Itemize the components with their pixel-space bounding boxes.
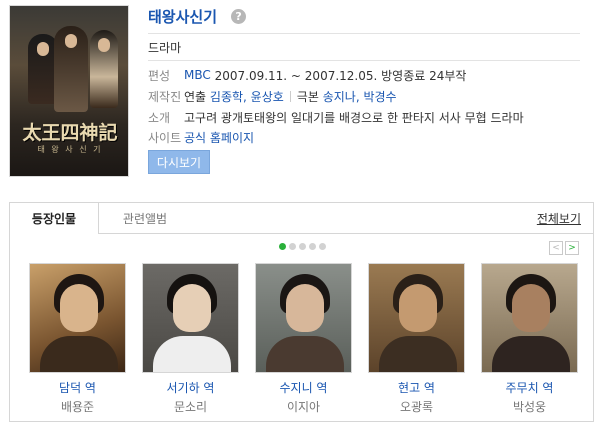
page-indicator <box>279 243 326 250</box>
row-label: 제작진 <box>148 89 182 104</box>
writers-link[interactable]: 송지나, 박경수 <box>323 88 397 105</box>
help-icon[interactable]: ? <box>231 8 247 24</box>
page-dot[interactable] <box>299 243 306 250</box>
divider <box>148 60 580 61</box>
broadcast-period: 2007.09.11. ~ 2007.12.05. 방영종료 24부작 <box>214 68 467 83</box>
cast-card[interactable]: 수지니 역 이지아 <box>255 263 352 415</box>
photo-face <box>286 284 324 332</box>
cast-card[interactable]: 담덕 역 배용준 <box>29 263 126 415</box>
cast-panel: 등장인물 관련앨범 전체보기 < > 담덕 역 배용준 서기하 역 문소리 수지… <box>9 202 594 422</box>
tab-characters[interactable]: 등장인물 <box>10 203 99 234</box>
photo-body <box>492 336 570 372</box>
photo-face <box>173 284 211 332</box>
tab-related-albums[interactable]: 관련앨범 <box>110 203 180 233</box>
replay-button[interactable]: 다시보기 <box>148 150 210 174</box>
drama-title[interactable]: 태왕사신기 <box>148 6 217 27</box>
cast-role[interactable]: 서기하 역 <box>167 381 215 395</box>
cast-actor: 박성웅 <box>512 400 547 414</box>
page-dot[interactable] <box>279 243 286 250</box>
directing-label: 연출 <box>184 89 207 104</box>
carousel-arrows: < > <box>549 241 579 255</box>
cast-photo[interactable] <box>481 263 578 373</box>
cast-actor: 이지아 <box>286 400 321 414</box>
cast-photo[interactable] <box>29 263 126 373</box>
photo-body <box>266 336 344 372</box>
cast-role[interactable]: 주무치 역 <box>506 381 554 395</box>
cast-role[interactable]: 수지니 역 <box>280 381 328 395</box>
channel-link[interactable]: MBC <box>184 68 211 82</box>
cast-photo[interactable] <box>255 263 352 373</box>
info-row-site: 사이트 공식 홈페이지 <box>148 128 254 146</box>
cast-card[interactable]: 현고 역 오광록 <box>368 263 465 415</box>
cast-photo[interactable] <box>142 263 239 373</box>
photo-face <box>60 284 98 332</box>
photo-body <box>153 336 231 372</box>
directors-link[interactable]: 김종학, 윤상호 <box>210 88 284 105</box>
official-site-link[interactable]: 공식 홈페이지 <box>184 129 254 146</box>
poster-face <box>65 34 77 48</box>
cast-card[interactable]: 주무치 역 박성웅 <box>481 263 578 415</box>
cast-card[interactable]: 서기하 역 문소리 <box>142 263 239 415</box>
view-all-link[interactable]: 전체보기 <box>537 210 581 227</box>
poster-face <box>98 38 110 52</box>
divider <box>148 33 580 34</box>
info-row-intro: 소개 고구려 광개토태왕의 일대기를 배경으로 한 판타지 서사 무협 드라마 <box>148 108 524 126</box>
intro-text: 고구려 광개토태왕의 일대기를 배경으로 한 판타지 서사 무협 드라마 <box>184 110 524 125</box>
photo-body <box>40 336 118 372</box>
row-label: 소개 <box>148 110 171 125</box>
title-row: 태왕사신기 ? <box>148 5 247 27</box>
separator <box>289 90 291 102</box>
row-label: 편성 <box>148 68 171 83</box>
cast-actor: 문소리 <box>173 400 208 414</box>
page-dot[interactable] <box>309 243 316 250</box>
poster-sub-title: 태 왕 사 신 기 <box>37 145 103 154</box>
photo-face <box>399 284 437 332</box>
cast-actor: 오광록 <box>399 400 434 414</box>
photo-face <box>512 284 550 332</box>
cast-role[interactable]: 담덕 역 <box>59 381 96 395</box>
info-row-broadcast: 편성 MBC 2007.09.11. ~ 2007.12.05. 방영종료 24… <box>148 66 466 84</box>
writing-label: 극본 <box>296 89 319 104</box>
genre-label: 드라마 <box>148 41 182 55</box>
cast-photo[interactable] <box>368 263 465 373</box>
page-dot[interactable] <box>289 243 296 250</box>
info-row-staff: 제작진 연출 김종학, 윤상호 극본 송지나, 박경수 <box>148 87 397 105</box>
chevron-right-icon[interactable]: > <box>565 241 579 255</box>
cast-role[interactable]: 현고 역 <box>398 381 435 395</box>
photo-body <box>379 336 457 372</box>
cast-actor: 배용준 <box>60 400 95 414</box>
page-dot[interactable] <box>319 243 326 250</box>
cast-tabs: 등장인물 관련앨범 전체보기 <box>10 203 593 234</box>
poster-face <box>37 42 49 56</box>
row-label: 사이트 <box>148 130 182 145</box>
chevron-left-icon[interactable]: < <box>549 241 563 255</box>
poster-hanja-title: 太王四神記 <box>22 122 118 144</box>
drama-poster[interactable]: 太王四神記 태 왕 사 신 기 <box>9 5 129 177</box>
